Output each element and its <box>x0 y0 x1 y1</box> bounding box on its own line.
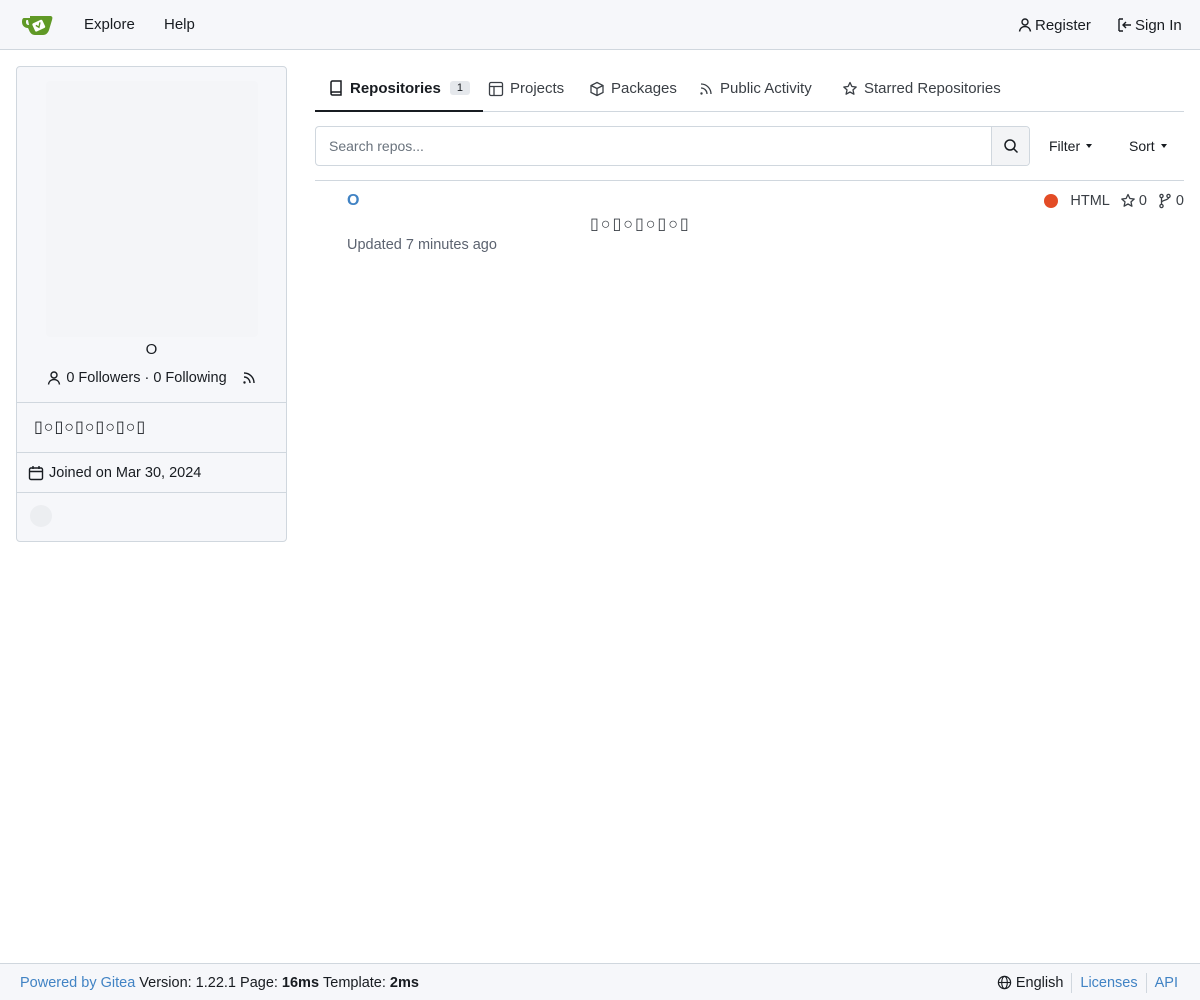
version-text: Version: 1.22.1 Page: <box>139 974 278 991</box>
organization-avatar[interactable] <box>30 505 52 527</box>
divider <box>315 180 1184 181</box>
following-link[interactable]: 0 Following <box>153 370 226 386</box>
gitea-logo-icon[interactable] <box>22 12 54 38</box>
globe-icon <box>997 975 1012 990</box>
profile-card: O 0 Followers · 0 Following ▯○▯○▯○▯○▯○▯ … <box>16 66 287 542</box>
repo-icon <box>330 80 342 96</box>
filter-label: Filter <box>1049 138 1081 154</box>
user-avatar <box>46 81 258 337</box>
repo-language: HTML <box>1070 193 1110 209</box>
nav-explore[interactable]: Explore <box>84 0 135 50</box>
tab-packages[interactable]: Packages <box>576 66 690 111</box>
star-count: 0 <box>1138 193 1147 209</box>
divider <box>1071 972 1073 993</box>
sign-in-icon <box>1118 18 1131 32</box>
repo-stars[interactable]: 0 <box>1120 193 1147 209</box>
licenses-link[interactable]: Licenses <box>1080 975 1137 991</box>
project-icon <box>488 81 504 96</box>
caret-down-icon <box>1160 144 1167 148</box>
repo-count-badge: 1 <box>449 81 470 95</box>
followers-link[interactable]: 0 Followers <box>66 370 140 386</box>
search-input[interactable] <box>316 127 991 165</box>
api-link[interactable]: API <box>1155 975 1178 991</box>
page-footer: Powered by Gitea Version: 1.22.1 Page: 1… <box>0 963 1200 1000</box>
signin-label: Sign In <box>1135 16 1182 34</box>
tab-projects[interactable]: Projects <box>475 66 577 111</box>
nav-help[interactable]: Help <box>164 0 195 50</box>
person-icon <box>1018 18 1032 32</box>
caret-down-icon <box>1086 144 1093 148</box>
star-icon <box>843 81 857 95</box>
tab-public-activity[interactable]: Public Activity <box>685 66 825 111</box>
tab-repositories[interactable]: Repositories 1 <box>315 66 483 112</box>
follow-stats: 0 Followers · 0 Following <box>17 367 286 389</box>
filter-dropdown[interactable]: Filter <box>1049 126 1093 166</box>
repo-description: ▯○▯○▯○▯○▯ <box>590 216 691 233</box>
footer-links: English Licenses API <box>997 964 1178 1000</box>
person-icon <box>48 371 61 385</box>
page-time: 16ms <box>281 974 320 991</box>
repo-name-link[interactable]: O <box>347 192 359 210</box>
repo-forks[interactable]: 0 <box>1157 193 1184 209</box>
joined-label: Joined on Mar 30, 2024 <box>49 465 202 481</box>
language-color-dot <box>1044 194 1059 208</box>
tab-label: Packages <box>611 80 677 97</box>
top-navbar: Explore Help Register Sign In <box>0 0 1200 50</box>
profile-name: O <box>145 341 158 358</box>
tab-label: Projects <box>510 80 565 97</box>
tab-label: Public Activity <box>720 80 812 97</box>
organizations-row <box>17 493 286 541</box>
calendar-icon <box>28 466 44 481</box>
footer-info: Powered by Gitea Version: 1.22.1 Page: 1… <box>20 964 419 1000</box>
language-selector[interactable]: English <box>997 974 1064 991</box>
repo-updated-time: Updated 7 minutes ago <box>347 237 497 253</box>
powered-by-link[interactable]: Powered by Gitea <box>20 975 135 991</box>
repo-metadata: HTML 0 0 <box>1044 190 1184 212</box>
register-link[interactable]: Register <box>1017 0 1091 50</box>
tab-label: Repositories <box>350 79 441 97</box>
profile-tabs: Repositories 1 Projects Packages Public … <box>315 66 1184 112</box>
divider <box>1145 972 1147 993</box>
star-icon <box>1120 193 1135 207</box>
package-icon <box>590 81 604 96</box>
search-button[interactable] <box>991 127 1029 165</box>
rss-feed-icon[interactable] <box>241 370 257 386</box>
rss-icon <box>700 82 712 95</box>
search-icon <box>1003 139 1018 154</box>
tab-starred-repositories[interactable]: Starred Repositories <box>829 66 1014 111</box>
fork-icon <box>1159 193 1171 209</box>
language-label: English <box>1015 974 1064 991</box>
sort-label: Sort <box>1129 138 1155 154</box>
tab-label: Starred Repositories <box>864 80 1001 97</box>
template-time: 2ms <box>389 974 419 991</box>
signin-link[interactable]: Sign In <box>1117 0 1182 50</box>
profile-bio: ▯○▯○▯○▯○▯○▯ <box>17 403 286 453</box>
repo-search-box <box>315 126 1030 166</box>
follow-separator: · <box>144 370 150 386</box>
joined-date: Joined on Mar 30, 2024 <box>17 453 286 493</box>
fork-count: 0 <box>1175 193 1184 209</box>
template-label: Template: <box>323 974 386 991</box>
sort-dropdown[interactable]: Sort <box>1129 126 1167 166</box>
register-label: Register <box>1035 16 1091 34</box>
